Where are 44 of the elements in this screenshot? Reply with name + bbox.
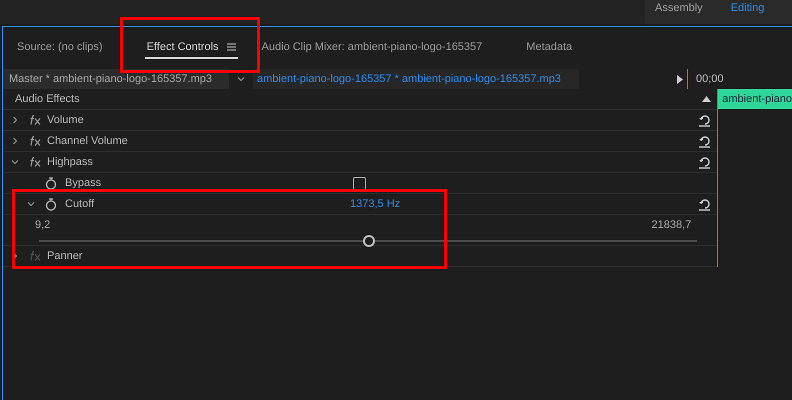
- chevron-icon[interactable]: [27, 200, 35, 208]
- fx-icon[interactable]: [29, 136, 41, 146]
- section-title: Audio Effects: [14, 93, 80, 105]
- reset-icon[interactable]: [698, 156, 712, 168]
- panel-tab[interactable]: Effect Controls: [144, 37, 238, 59]
- effect-row[interactable]: Channel Volume: [3, 131, 718, 152]
- workspace-tab[interactable]: Assembly: [655, 2, 703, 14]
- effect-name: Volume: [47, 114, 84, 126]
- param-value[interactable]: 1373,5 Hz: [350, 198, 400, 210]
- chevron-icon[interactable]: [237, 75, 245, 83]
- chevron-icon[interactable]: [11, 116, 19, 124]
- chevron-icon[interactable]: [11, 137, 19, 145]
- slider-thumb[interactable]: [363, 235, 375, 247]
- min-value: 9,2: [35, 219, 50, 231]
- timecode: 00;00: [696, 73, 724, 85]
- panel-tab[interactable]: Source: (no clips): [15, 37, 105, 59]
- checkbox[interactable]: [353, 176, 366, 190]
- effect-row[interactable]: Panner: [3, 246, 718, 267]
- reset-icon[interactable]: [698, 134, 712, 148]
- master-clip-label: Master * ambient-piano-logo-165357.mp3: [3, 69, 229, 89]
- fx-icon[interactable]: [29, 115, 41, 125]
- param-name: Bypass: [65, 177, 102, 189]
- fx-icon[interactable]: [29, 157, 41, 167]
- effect-name: Channel Volume: [47, 135, 128, 147]
- effect-row[interactable]: Volume: [3, 110, 718, 131]
- panel-tab[interactable]: Metadata: [524, 37, 574, 59]
- chevron-icon[interactable]: [11, 158, 19, 166]
- menu-icon[interactable]: [226, 43, 236, 51]
- audio-clip[interactable]: ambient-piano: [718, 89, 792, 109]
- workspace-tab[interactable]: Editing: [730, 2, 764, 14]
- param-row[interactable]: Cutoff 1373,5 Hz: [3, 194, 718, 215]
- effect-name: Panner: [47, 250, 82, 262]
- clip-label[interactable]: ambient-piano-logo-165357 * ambient-piano-logo-165357.mp3: [253, 69, 579, 89]
- effect-name: Highpass: [47, 156, 93, 168]
- stopwatch-icon[interactable]: [45, 198, 57, 210]
- param-name: Cutoff: [65, 198, 94, 210]
- effect-row[interactable]: Highpass: [3, 152, 718, 173]
- collapse-icon[interactable]: [702, 96, 712, 102]
- play-icon[interactable]: [677, 74, 683, 84]
- stopwatch-icon[interactable]: [45, 176, 57, 190]
- reset-icon[interactable]: [698, 198, 712, 210]
- max-value: 21838,7: [652, 219, 692, 231]
- panel-tab[interactable]: Audio Clip Mixer: ambient-piano-logo-165357: [260, 37, 484, 59]
- reset-icon[interactable]: [698, 114, 712, 126]
